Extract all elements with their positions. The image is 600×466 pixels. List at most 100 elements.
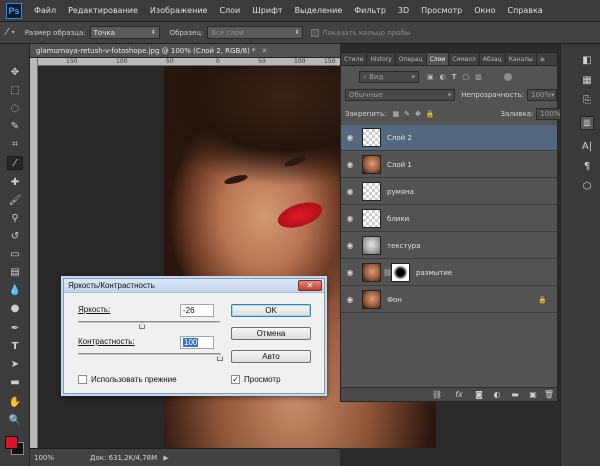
blend-mode-select[interactable]: Обычные ▾ — [345, 89, 456, 101]
dialog-titlebar[interactable]: Яркость/Контрастность — [64, 279, 324, 293]
eye-icon[interactable]: ◉ — [343, 214, 357, 223]
filter-type-icon[interactable]: T — [452, 73, 457, 81]
menu-3d[interactable]: 3D — [392, 6, 415, 15]
close-icon[interactable]: ✕ — [298, 280, 322, 291]
pen-tool-icon[interactable]: ✒ — [7, 322, 23, 336]
eye-icon[interactable]: ◉ — [343, 241, 357, 250]
menu-type[interactable]: Шрифт — [246, 6, 288, 15]
eyedropper-tool-icon[interactable]: ⁄ — [7, 156, 23, 170]
filter-smart-object-icon[interactable]: ▥ — [475, 73, 482, 81]
history-panel-icon[interactable]: ⎘ — [580, 94, 594, 108]
eye-icon[interactable]: ◉ — [343, 187, 357, 196]
tab-character[interactable]: Символ — [449, 53, 480, 65]
eyedropper-tool-icon[interactable]: ⁄ — [6, 27, 8, 38]
rectangle-tool-icon[interactable]: ▬ — [7, 376, 23, 390]
contrast-slider-handle[interactable] — [217, 354, 223, 361]
path-selection-tool-icon[interactable]: ➤ — [7, 358, 23, 372]
filter-toggle-icon[interactable] — [503, 73, 512, 81]
cancel-button[interactable]: Отмена — [231, 327, 311, 340]
kind-filter-select[interactable]: ⌕ Вид ▾ — [359, 71, 419, 83]
menu-view[interactable]: Просмотр — [415, 6, 468, 15]
show-ring-checkbox[interactable] — [311, 28, 320, 37]
clone-stamp-tool-icon[interactable]: ⚲ — [7, 212, 23, 226]
ok-button[interactable]: OK — [231, 304, 311, 317]
foreground-color-swatch[interactable] — [5, 436, 18, 449]
menu-file[interactable]: Файл — [28, 6, 62, 15]
blur-tool-icon[interactable]: 💧 — [7, 284, 23, 298]
layer-row[interactable]: ◉ румяна — [341, 179, 557, 205]
trash-icon[interactable]: 🗑 — [543, 389, 555, 401]
new-group-icon[interactable]: ▬ — [509, 389, 521, 401]
brightness-slider[interactable] — [78, 321, 220, 323]
paragraph-panel-icon[interactable]: ¶ — [580, 160, 594, 174]
lasso-tool-icon[interactable]: ◌ — [7, 102, 23, 116]
filter-shape-icon[interactable]: ▢ — [463, 73, 470, 81]
opacity-input[interactable]: 100% ▾ — [527, 89, 557, 101]
tab-channels[interactable]: Каналы — [506, 53, 537, 65]
contrast-input[interactable]: 100 — [180, 336, 214, 349]
type-tool-icon[interactable]: T — [7, 340, 23, 354]
layer-mask-thumbnail[interactable] — [391, 263, 410, 282]
filter-adjustment-icon[interactable]: ◐ — [440, 73, 446, 81]
contrast-slider[interactable] — [78, 353, 220, 355]
tab-paragraph[interactable]: Абзац — [480, 53, 506, 65]
sample-select[interactable]: Все слои ⬍ — [207, 26, 304, 39]
link-layers-icon[interactable]: ⛓ — [431, 389, 443, 401]
menu-window[interactable]: Окно — [468, 6, 501, 15]
lock-all-icon[interactable]: 🔒 — [426, 110, 435, 118]
menu-image[interactable]: Изображение — [144, 6, 214, 15]
preview-checkbox[interactable]: ✓ — [231, 375, 240, 384]
gradient-tool-icon[interactable]: ▤ — [7, 266, 23, 280]
menu-layers[interactable]: Слои — [213, 6, 246, 15]
layer-row[interactable]: ◉ блики — [341, 206, 557, 232]
character-panel-icon[interactable]: A| — [580, 140, 594, 154]
tab-actions[interactable]: Операц — [396, 53, 427, 65]
brightness-input[interactable]: -26 — [180, 304, 214, 317]
color-panel-icon[interactable]: ◧ — [580, 54, 594, 68]
eye-icon[interactable]: ◉ — [343, 268, 357, 277]
lock-position-icon[interactable]: ✥ — [415, 110, 421, 118]
zoom-level[interactable]: 100% — [30, 454, 54, 462]
layer-row[interactable]: ◉ текстура — [341, 233, 557, 259]
adjustment-layer-icon[interactable]: ◐ — [491, 389, 503, 401]
swatches-panel-icon[interactable]: ▦ — [580, 74, 594, 88]
fx-icon[interactable]: fx — [453, 389, 465, 401]
brightness-slider-handle[interactable] — [138, 322, 145, 329]
hand-tool-icon[interactable]: ✋ — [7, 396, 23, 410]
lock-pixels-icon[interactable]: ✎ — [404, 110, 410, 118]
tab-styles[interactable]: Стили — [341, 53, 368, 65]
zoom-tool-icon[interactable]: 🔍 — [7, 414, 23, 428]
menu-help[interactable]: Справка — [501, 6, 548, 15]
history-brush-tool-icon[interactable]: ↺ — [7, 230, 23, 244]
move-tool-icon[interactable]: ✥ — [7, 66, 23, 80]
lock-transparent-icon[interactable]: ▦ — [392, 110, 399, 118]
eye-icon[interactable]: ◉ — [343, 295, 357, 304]
menu-select[interactable]: Выделение — [289, 6, 349, 15]
close-icon[interactable]: ✕ — [262, 47, 268, 55]
eye-icon[interactable]: ◉ — [343, 133, 357, 142]
new-layer-icon[interactable]: ▣ — [527, 389, 539, 401]
auto-button[interactable]: Авто — [231, 350, 311, 363]
quick-select-tool-icon[interactable]: ✎ — [7, 120, 23, 134]
sample-size-select[interactable]: Точка ⬍ — [89, 26, 160, 39]
marquee-tool-icon[interactable]: ⬚ — [7, 84, 23, 98]
tab-layers[interactable]: Слои — [426, 53, 450, 65]
panel-menu-icon[interactable]: ≡ — [537, 53, 548, 65]
styles-panel-icon[interactable]: ⬡ — [580, 180, 594, 194]
healing-brush-tool-icon[interactable]: ✚ — [7, 176, 23, 190]
menu-edit[interactable]: Редактирование — [62, 6, 144, 15]
layers-panel-icon[interactable]: ≣ — [580, 116, 594, 130]
filter-pixel-icon[interactable]: ▣ — [427, 73, 434, 81]
document-tab[interactable]: glamurnaya-retush-v-fotoshope.jpg @ 100%… — [30, 44, 340, 58]
crop-tool-icon[interactable]: ⌗ — [7, 138, 23, 152]
layer-row[interactable]: ◉ ⛓ размытие — [341, 260, 557, 286]
add-mask-icon[interactable]: ◙ — [473, 389, 485, 401]
status-menu-arrow-icon[interactable]: ▶ — [163, 454, 168, 462]
eraser-tool-icon[interactable]: ▭ — [7, 248, 23, 262]
eye-icon[interactable]: ◉ — [343, 160, 357, 169]
chain-link-icon[interactable]: ⛓ — [383, 269, 392, 277]
use-legacy-checkbox[interactable] — [78, 375, 87, 384]
layer-row[interactable]: ◉ Слой 2 — [341, 125, 557, 151]
menu-filter[interactable]: Фильтр — [348, 6, 392, 15]
layer-row[interactable]: ◉ Фон 🔒 — [341, 287, 557, 313]
